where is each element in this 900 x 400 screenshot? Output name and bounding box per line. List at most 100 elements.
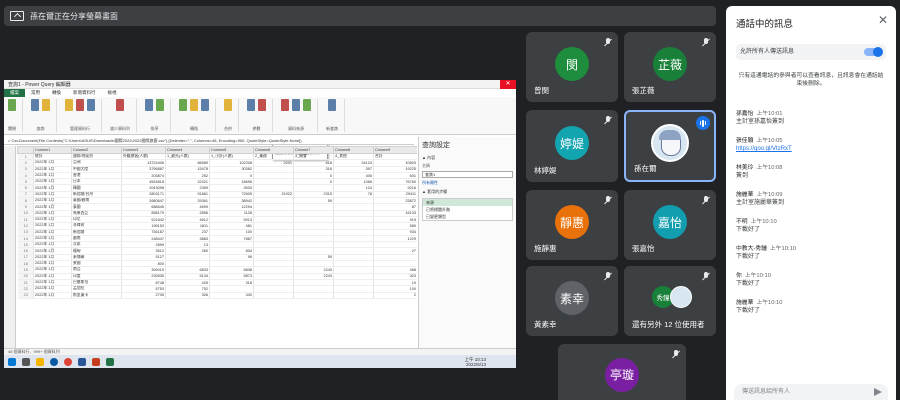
ribbon-button-icon[interactable] <box>87 99 95 111</box>
participant-tile[interactable]: 嘉怡 張嘉怡 <box>624 190 716 260</box>
chat-message: 張佳穎 上午10:05 https://goo.gl/VtzRxT <box>736 135 886 153</box>
ribbon-button-icon[interactable] <box>145 99 153 111</box>
properties-section[interactable]: ▲ 內容 <box>422 155 513 161</box>
table-cell[interactable]: 2705 <box>121 292 166 299</box>
search-icon[interactable] <box>22 357 30 366</box>
applied-step[interactable]: 來源 <box>423 199 512 206</box>
column-header[interactable]: Column8 <box>333 146 374 154</box>
ribbon-group: 排序 <box>145 99 171 132</box>
ribbon-tab[interactable]: 常用 <box>25 90 46 96</box>
table-cell[interactable]: 斯里蘭卡 <box>71 292 122 299</box>
ribbon-button-icon[interactable] <box>31 99 39 111</box>
table-cell[interactable] <box>253 292 294 299</box>
applied-step[interactable]: 已變更類型 <box>423 213 512 220</box>
ribbon-button-icon[interactable] <box>224 99 232 111</box>
table-cell[interactable]: 2022年 1月 <box>33 292 72 299</box>
applied-steps-list: 來源 已將標題升階 已變更類型 <box>422 198 513 221</box>
chat-sender: 施麗華 上午10:09 <box>736 189 886 198</box>
participant-tile[interactable]: 亭璇 <box>558 344 686 400</box>
ribbon-button-icon[interactable] <box>42 99 50 111</box>
column-header[interactable]: Column6 <box>253 146 294 154</box>
chat-messages: 孫嘉怡 上午10:01 主計室孫嘉怡簽到 張佳穎 上午10:05 https://goo.… <box>736 108 886 324</box>
allow-messages-toggle[interactable] <box>864 47 883 57</box>
ribbon-button-icon[interactable] <box>328 99 336 111</box>
column-header[interactable]: Column5 <box>209 146 254 154</box>
name-label: 名稱 <box>422 163 430 168</box>
table-cell[interactable] <box>293 292 334 299</box>
ribbon-tab[interactable]: 檢視 <box>102 90 123 96</box>
ribbon-button-icon[interactable] <box>281 99 289 111</box>
message-link[interactable]: https://goo.gl/VtzRxT <box>736 146 886 153</box>
send-icon[interactable] <box>874 388 882 396</box>
participant-name: 孫在爾 <box>634 164 657 173</box>
ribbon-button-icon[interactable] <box>190 99 198 111</box>
allow-messages-row: 允許所有人傳送訊息 <box>736 44 886 60</box>
table-cell[interactable]: 2 <box>373 292 417 299</box>
all-properties-link[interactable]: 所有屬性 <box>422 180 513 186</box>
ribbon-group-icons <box>328 99 336 111</box>
formula-text: = Csv.Document(File.Contents("C:\Users\A… <box>8 137 302 143</box>
column-header[interactable]: Column9 <box>373 146 417 154</box>
taskbar-clock[interactable]: 上午 10:13 2022/6/13 <box>464 357 486 367</box>
message-text: 下載好了 <box>736 308 761 314</box>
table-row[interactable]: 23 2022年 1月 斯里蘭卡 2705 306 440 2 <box>17 292 417 299</box>
message-text: 主計室孫嘉怡簽到 <box>736 119 785 125</box>
file-explorer-icon[interactable] <box>36 357 44 366</box>
pq-ribbon: 關閉 查詢 管理資料行 減少資料列 排序 轉換 合併 參數 資料來源 新查詢 <box>4 97 516 135</box>
formula-bar[interactable]: = Csv.Document(File.Contents("C:\Users\A… <box>4 137 414 145</box>
chrome-icon[interactable] <box>64 357 72 366</box>
ribbon-group: 新查詢 <box>326 99 345 132</box>
powerpoint-icon[interactable] <box>92 357 100 366</box>
table-cell[interactable]: 306 <box>165 292 210 299</box>
queries-pane-collapsed[interactable] <box>4 146 16 348</box>
message-time: 上午10:10 <box>744 273 771 279</box>
chat-sender: 張佳穎 上午10:05 <box>736 135 886 144</box>
ribbon-button-icon[interactable] <box>247 99 255 111</box>
chat-compose-input[interactable]: 傳送訊息給所有人 <box>734 384 888 400</box>
avatar: 靜惠 <box>555 205 589 239</box>
mic-off-icon <box>702 196 710 205</box>
ribbon-button-icon[interactable] <box>156 99 164 111</box>
query-name-input[interactable]: 查詢1 <box>422 171 513 178</box>
close-icon[interactable]: ✕ <box>500 80 516 89</box>
excel-icon[interactable] <box>106 357 114 366</box>
column-header[interactable]: Column2 <box>71 146 122 154</box>
column-header[interactable]: Column4 <box>165 146 210 154</box>
ribbon-group-label: 資料來源 <box>288 126 304 131</box>
participant-tile[interactable]: 素幸 黃素幸 <box>526 266 618 336</box>
participant-tile[interactable]: 婷媞 林婷媞 <box>526 110 618 182</box>
ribbon-tab[interactable]: 轉換 <box>46 90 67 96</box>
word-icon[interactable] <box>78 357 86 366</box>
applied-steps-section[interactable]: ▲ 套用的步驟 <box>422 189 513 195</box>
column-header[interactable]: Column3 <box>121 146 166 154</box>
participant-tile[interactable]: 靜惠 施靜惠 <box>526 190 618 260</box>
ribbon-button-icon[interactable] <box>65 99 73 111</box>
column-header[interactable]: Column7 <box>293 146 334 154</box>
ribbon-button-icon[interactable] <box>179 99 187 111</box>
ribbon-button-icon[interactable] <box>116 99 124 111</box>
ribbon-button-icon[interactable] <box>292 99 300 111</box>
table-cell[interactable] <box>333 292 374 299</box>
table-cell[interactable]: 440 <box>209 292 254 299</box>
applied-step[interactable]: 已將標題升階 <box>423 206 512 213</box>
ribbon-button-icon[interactable] <box>258 99 266 111</box>
column-header[interactable] <box>17 146 34 154</box>
ribbon-group-label: 減少資料列 <box>110 126 130 131</box>
ribbon-button-icon[interactable] <box>76 99 84 111</box>
participant-tile-active-speaker[interactable]: 孫在爾 <box>624 110 716 182</box>
ribbon-tab[interactable]: 新增資料行 <box>67 90 102 96</box>
windows-start-icon[interactable] <box>8 357 16 366</box>
participant-tile[interactable]: 芷薇 張芷薇 <box>624 32 716 102</box>
more-participants-tile[interactable]: 秀鐘 還有另外 12 位使用者 <box>624 266 716 336</box>
participant-tile[interactable]: 閔 曾閔 <box>526 32 618 102</box>
ribbon-button-icon[interactable] <box>303 99 311 111</box>
edge-icon[interactable] <box>50 357 58 366</box>
ribbon-button-icon[interactable] <box>201 99 209 111</box>
ribbon-group: 資料來源 <box>281 99 318 132</box>
ribbon-tab[interactable]: 檔案 <box>4 89 25 97</box>
data-grid[interactable]: Column1 Column2 Column3 Column4 Column5 Colum… <box>17 146 417 348</box>
chat-message: 你上午10:10 下載好了 <box>736 270 886 288</box>
column-header[interactable]: Column1 <box>33 146 72 154</box>
close-icon[interactable]: ✕ <box>878 13 888 27</box>
ribbon-button-icon[interactable] <box>8 99 16 111</box>
